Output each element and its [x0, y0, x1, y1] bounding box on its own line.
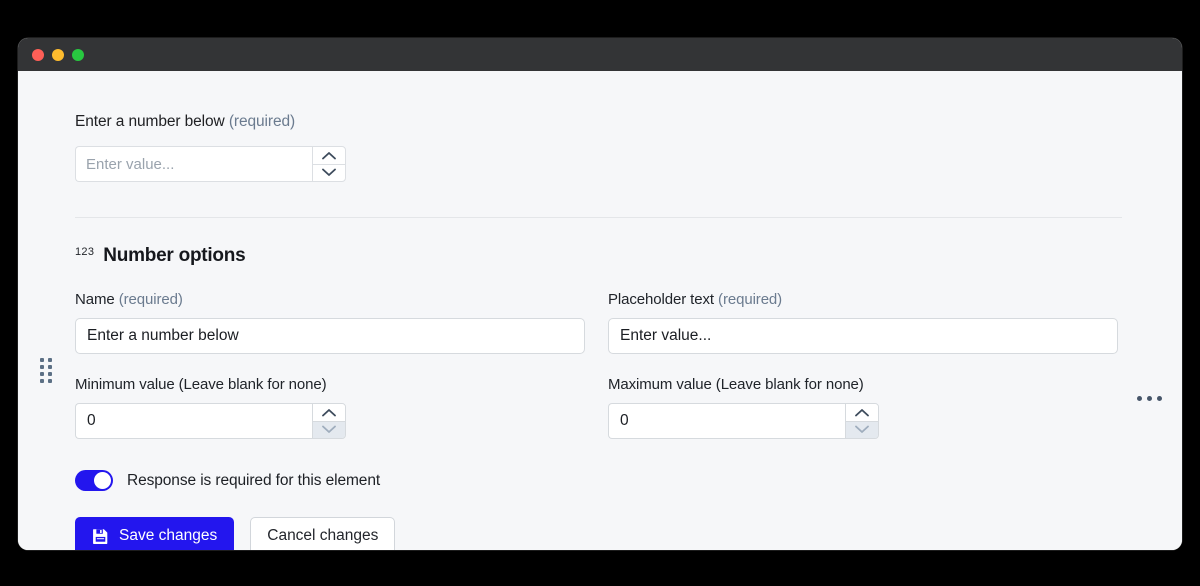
- options-grid-row-1: Name (required) Enter a number below Pla…: [75, 291, 1122, 354]
- window-titlebar: [18, 38, 1182, 71]
- placeholder-input[interactable]: Enter value...: [608, 318, 1118, 354]
- action-buttons: Save changes Cancel changes: [75, 517, 1122, 550]
- app-window: Enter a number below (required) Enter va…: [18, 38, 1182, 550]
- required-toggle-row: Response is required for this element: [75, 470, 1122, 491]
- traffic-lights: [32, 48, 84, 61]
- toggle-knob: [94, 472, 111, 489]
- save-button-label: Save changes: [119, 527, 218, 544]
- form-editor: Enter a number below (required) Enter va…: [75, 71, 1122, 550]
- required-toggle[interactable]: [75, 470, 113, 491]
- preview-stepper: [312, 146, 346, 182]
- minimum-stepper: [312, 403, 346, 439]
- preview-stepper-decrement[interactable]: [313, 165, 345, 182]
- preview-number-input[interactable]: Enter value...: [75, 146, 312, 182]
- cancel-button[interactable]: Cancel changes: [250, 517, 396, 550]
- preview-stepper-increment[interactable]: [313, 147, 345, 165]
- maximum-stepper-decrement[interactable]: [846, 421, 878, 438]
- cancel-button-label: Cancel changes: [267, 527, 379, 544]
- name-field-label: Name (required): [75, 291, 608, 308]
- drag-dot: [40, 379, 44, 383]
- maximum-stepper: [845, 403, 879, 439]
- section-divider: [75, 217, 1122, 218]
- placeholder-required-tag: (required): [718, 291, 783, 308]
- name-field-group: Name (required) Enter a number below: [75, 291, 608, 354]
- chevron-up-icon: [855, 408, 869, 417]
- section-title: Number options: [103, 245, 246, 266]
- zoom-window-icon[interactable]: [72, 48, 84, 61]
- section-header: 123 Number options: [75, 245, 1122, 267]
- required-toggle-label: Response is required for this element: [127, 471, 381, 489]
- drag-dot: [40, 372, 44, 376]
- chevron-down-icon: [855, 425, 869, 434]
- preview-required-tag: (required): [228, 113, 296, 130]
- drag-dot: [48, 365, 52, 369]
- maximum-input-group: 0: [608, 403, 879, 439]
- minimum-stepper-decrement[interactable]: [313, 421, 345, 438]
- minimum-input-group: 0: [75, 403, 346, 439]
- placeholder-field-label-text: Placeholder text: [608, 291, 714, 308]
- name-input[interactable]: Enter a number below: [75, 318, 585, 354]
- maximum-field-group: Maximum value (Leave blank for none) 0: [608, 376, 1141, 439]
- preview-question-text: Enter a number below: [75, 113, 225, 130]
- chevron-up-icon: [322, 408, 336, 417]
- drag-dot: [48, 358, 52, 362]
- floppy-disk-icon: [93, 528, 108, 544]
- name-required-tag: (required): [118, 291, 183, 308]
- preview-number-input-group: Enter value...: [75, 146, 346, 182]
- more-dot: [1147, 396, 1152, 401]
- maximum-input[interactable]: 0: [608, 403, 845, 439]
- chevron-down-icon: [322, 425, 336, 434]
- maximum-stepper-increment[interactable]: [846, 404, 878, 422]
- options-grid-row-2: Minimum value (Leave blank for none) 0 M…: [75, 376, 1122, 439]
- minimize-window-icon[interactable]: [52, 48, 64, 61]
- placeholder-field-group: Placeholder text (required) Enter value.…: [608, 291, 1141, 354]
- drag-dot: [48, 372, 52, 376]
- chevron-up-icon: [322, 151, 336, 160]
- chevron-down-icon: [322, 168, 336, 177]
- number-type-icon: 123: [75, 246, 95, 258]
- save-button[interactable]: Save changes: [75, 517, 235, 550]
- more-dot: [1157, 396, 1162, 401]
- drag-dot: [48, 379, 52, 383]
- minimum-field-label: Minimum value (Leave blank for none): [75, 376, 327, 393]
- placeholder-field-label: Placeholder text (required): [608, 291, 1141, 308]
- maximum-field-label: Maximum value (Leave blank for none): [608, 376, 864, 393]
- drag-dot: [40, 358, 44, 362]
- name-field-label-text: Name: [75, 291, 115, 308]
- minimum-input[interactable]: 0: [75, 403, 312, 439]
- minimum-stepper-increment[interactable]: [313, 404, 345, 422]
- preview-question-label: Enter a number below (required): [75, 71, 1122, 131]
- minimum-field-group: Minimum value (Leave blank for none) 0: [75, 376, 608, 439]
- drag-dot: [40, 365, 44, 369]
- page-content: Enter a number below (required) Enter va…: [18, 71, 1182, 550]
- close-window-icon[interactable]: [32, 48, 44, 61]
- drag-handle-icon[interactable]: [40, 358, 52, 383]
